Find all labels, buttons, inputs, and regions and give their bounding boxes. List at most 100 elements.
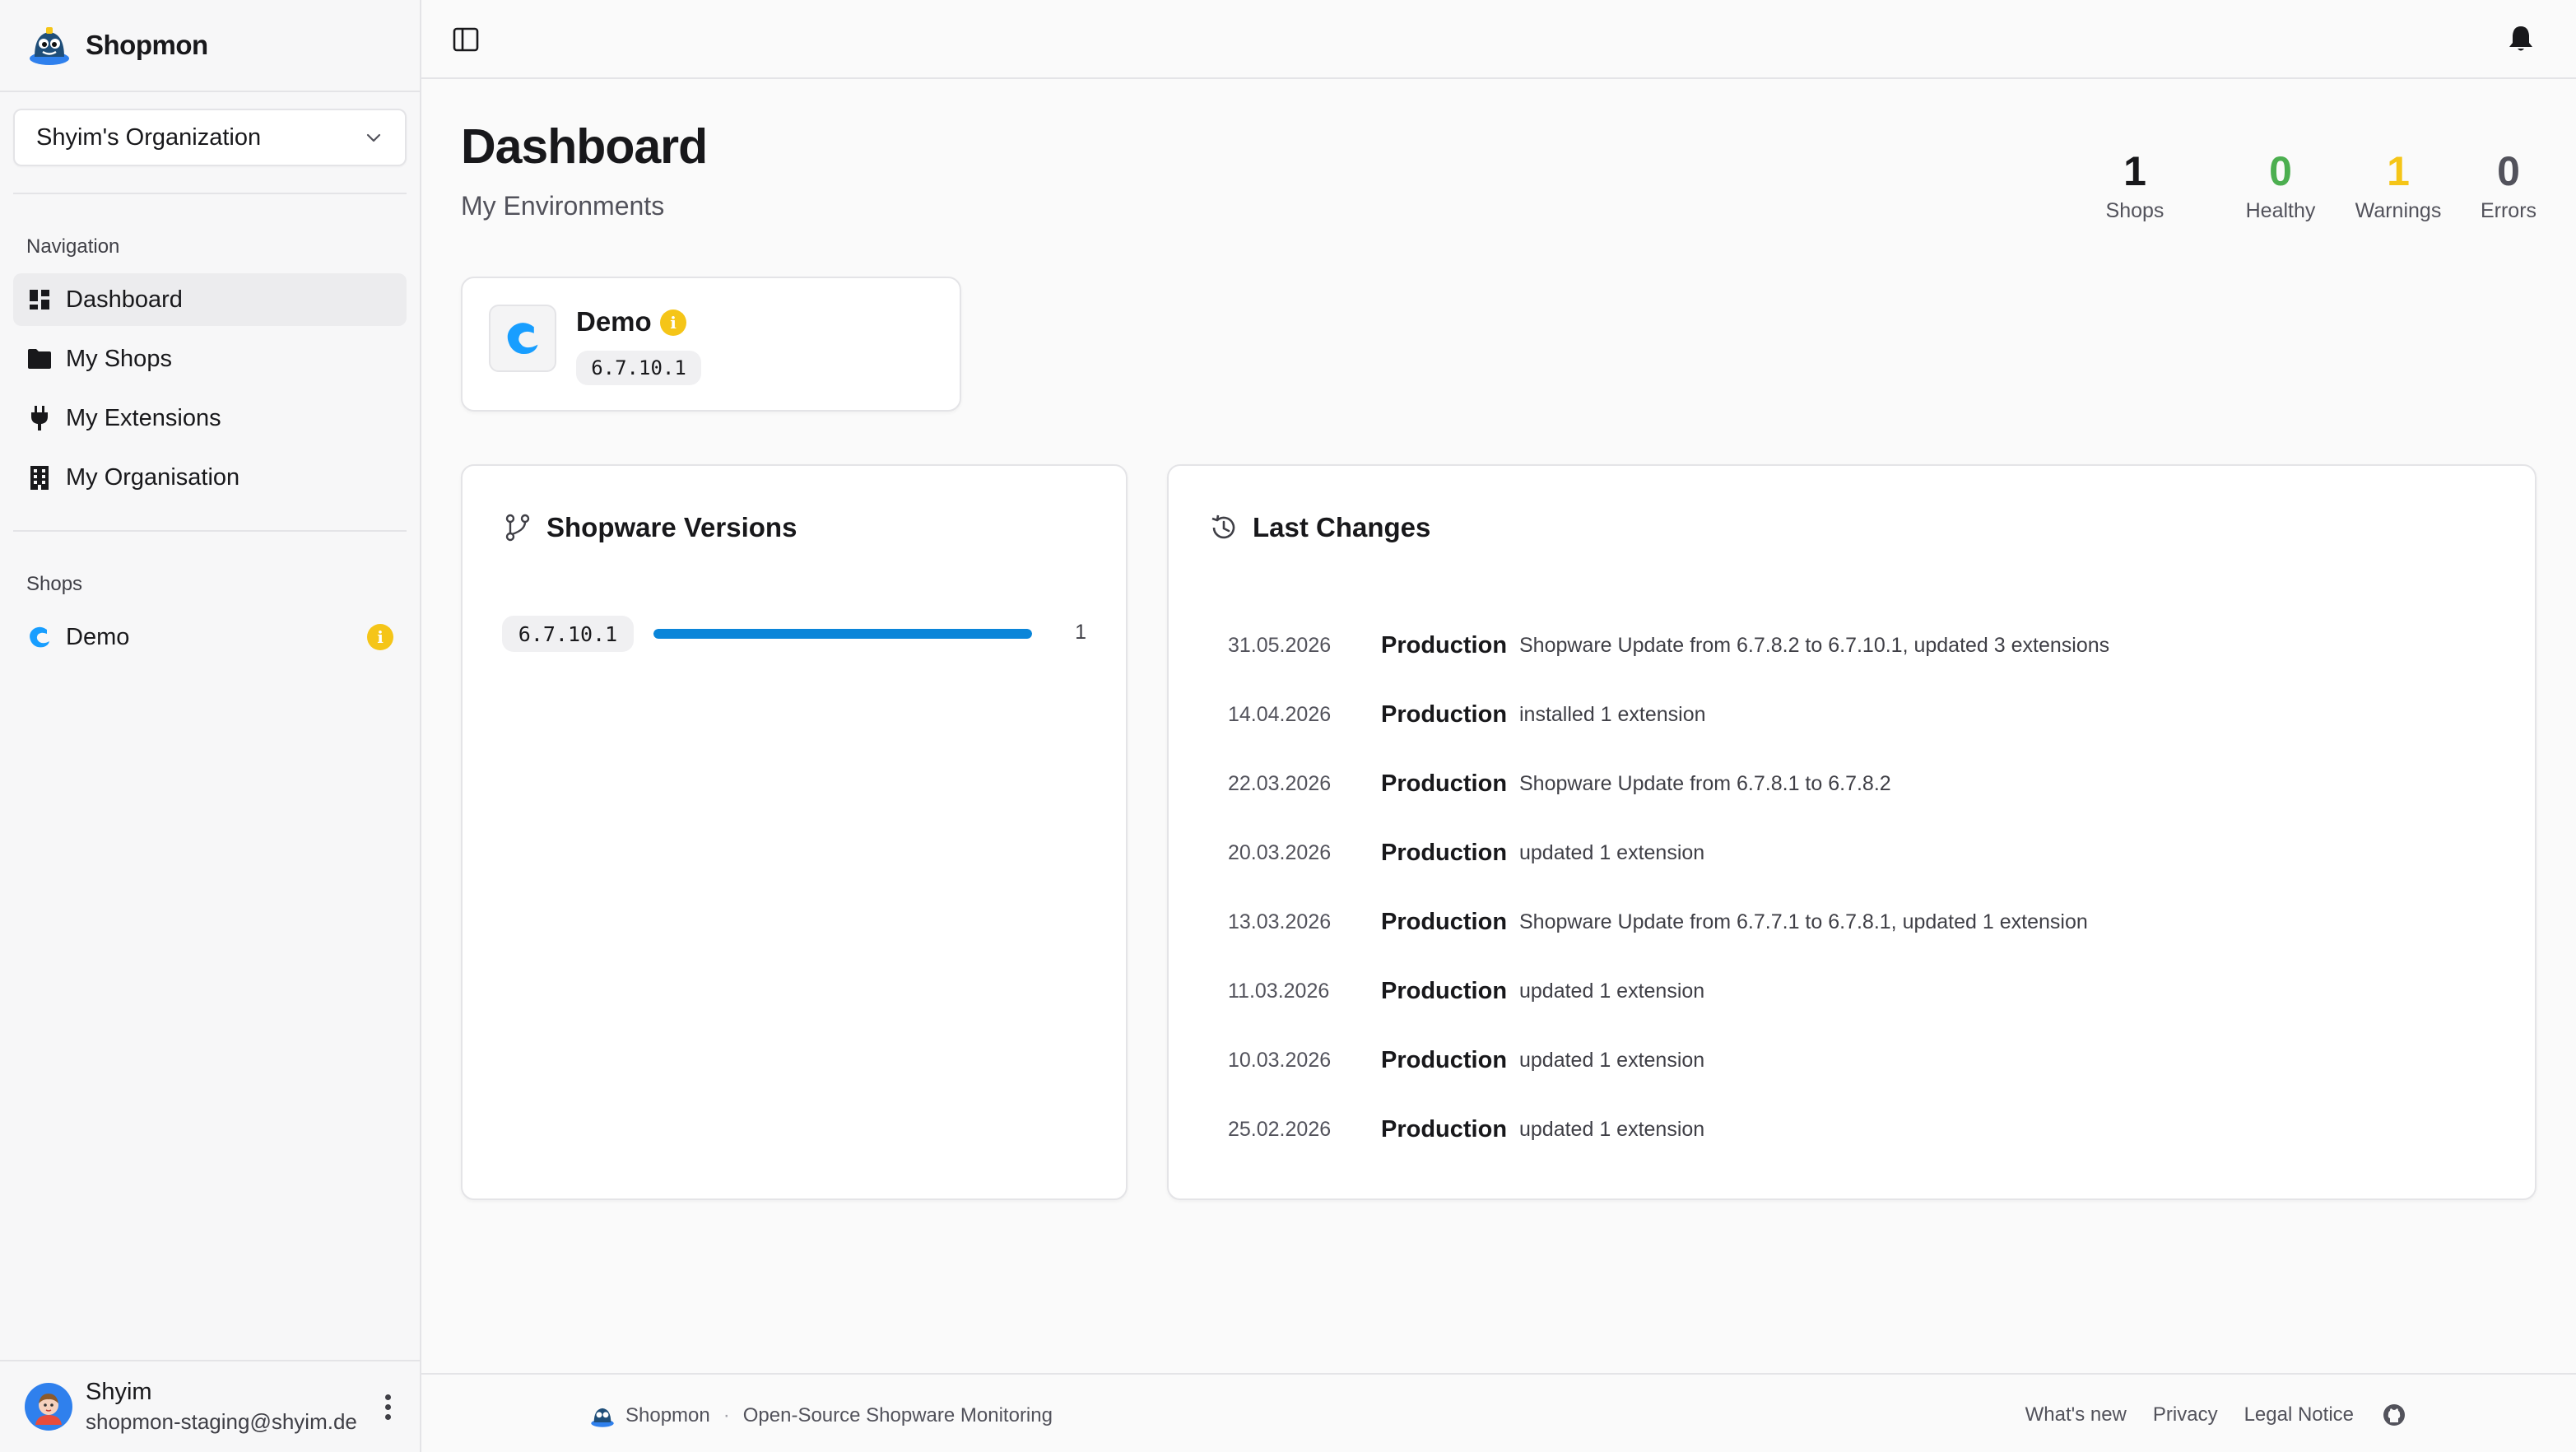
footer-links: What's new Privacy Legal Notice <box>1999 1403 2406 1427</box>
sidebar-divider <box>13 530 407 532</box>
nav-item-my-organisation[interactable]: My Organisation <box>13 451 407 504</box>
plug-icon <box>26 405 53 431</box>
nav-item-label: Dashboard <box>66 286 183 313</box>
change-row: 20.03.2026 Production updated 1 extensio… <box>1228 836 1704 869</box>
user-email: shopmon-staging@shyim.de <box>86 1409 357 1434</box>
change-description: Shopware Update from 6.7.8.1 to 6.7.8.2 <box>1519 771 1891 795</box>
change-row: 22.03.2026 Production Shopware Update fr… <box>1228 767 1891 800</box>
change-row: 31.05.2026 Production Shopware Update fr… <box>1228 629 2109 662</box>
version-label: 6.7.10.1 <box>502 616 634 652</box>
change-environment: Production <box>1381 1115 1508 1143</box>
stat-label: Shops <box>2105 199 2164 222</box>
avatar <box>25 1383 72 1431</box>
change-environment: Production <box>1381 839 1508 866</box>
change-description: updated 1 extension <box>1519 1048 1705 1072</box>
shopmon-logo-icon <box>591 1408 614 1427</box>
change-description: Shopware Update from 6.7.7.1 to 6.7.8.1,… <box>1519 910 2088 933</box>
change-row: 10.03.2026 Production updated 1 extensio… <box>1228 1044 1704 1077</box>
nav-item-label: My Extensions <box>66 404 221 431</box>
version-count: 1 <box>1075 621 1086 644</box>
git-branch-icon <box>505 514 530 542</box>
card-title: Last Changes <box>1208 512 1430 543</box>
change-date: 31.05.2026 <box>1228 633 1332 657</box>
change-environment: Production <box>1381 1046 1508 1073</box>
shop-name: Demo <box>576 306 652 337</box>
nav-item-label: My Shops <box>66 345 172 372</box>
change-environment: Production <box>1381 631 1508 659</box>
topbar <box>421 0 2576 79</box>
nav-item-my-extensions[interactable]: My Extensions <box>13 392 407 444</box>
version-bar-fill <box>653 629 1032 639</box>
brand[interactable]: Shopmon <box>0 0 420 92</box>
footer-brand-name[interactable]: Shopmon <box>625 1404 710 1427</box>
changes-title: Last Changes <box>1253 512 1431 542</box>
info-status-icon: i <box>660 309 686 336</box>
change-environment: Production <box>1381 977 1508 1004</box>
stat-value: 1 <box>2123 148 2146 194</box>
change-date: 11.03.2026 <box>1228 979 1330 1003</box>
change-date: 13.03.2026 <box>1228 910 1332 933</box>
shopware-logo-icon <box>26 624 53 650</box>
change-description: updated 1 extension <box>1519 840 1705 864</box>
footer-link-legal-notice[interactable]: Legal Notice <box>2244 1403 2354 1426</box>
change-description: updated 1 extension <box>1519 979 1705 1003</box>
change-environment: Production <box>1381 770 1508 797</box>
stat-label: Healthy <box>2245 199 2316 222</box>
sidebar-toggle-icon[interactable] <box>451 25 481 54</box>
nav-item-my-shops[interactable]: My Shops <box>13 333 407 385</box>
more-vertical-icon[interactable] <box>385 1394 392 1424</box>
change-row: 13.03.2026 Production Shopware Update fr… <box>1228 905 2088 938</box>
sidebar-divider <box>13 193 407 194</box>
sidebar: Shopmon Shyim's Organization Navigation … <box>0 0 421 1452</box>
change-description: installed 1 extension <box>1519 702 1706 726</box>
shopmon-logo-icon <box>30 27 69 65</box>
dashboard-icon <box>26 286 53 313</box>
change-date: 10.03.2026 <box>1228 1048 1332 1072</box>
stat-shops: 1 Shops <box>2097 147 2173 223</box>
shop-version-badge: 6.7.10.1 <box>576 351 701 385</box>
app-name: Shopmon <box>86 30 208 60</box>
footer-link-privacy[interactable]: Privacy <box>2153 1403 2218 1426</box>
github-icon[interactable] <box>2382 1403 2406 1427</box>
stat-errors: 0 Errors <box>2474 147 2543 223</box>
stat-label: Errors <box>2480 199 2537 222</box>
folder-icon <box>26 346 53 372</box>
change-row: 14.04.2026 Production installed 1 extens… <box>1228 698 1706 731</box>
last-changes-card: Last Changes 31.05.2026 Production Shopw… <box>1167 464 2536 1200</box>
page-title: Dashboard <box>461 119 708 174</box>
organization-select[interactable]: Shyim's Organization <box>13 109 407 166</box>
sidebar-shop-label: Demo <box>66 623 130 650</box>
nav-item-dashboard[interactable]: Dashboard <box>13 273 407 326</box>
footer-link-whats-new[interactable]: What's new <box>2025 1403 2127 1426</box>
stat-value: 0 <box>2269 148 2292 194</box>
shopware-versions-card: Shopware Versions 6.7.10.1 1 <box>461 464 1128 1200</box>
change-row: 11.03.2026 Production updated 1 extensio… <box>1228 975 1704 1008</box>
nav-item-label: My Organisation <box>66 463 240 491</box>
navigation-heading: Navigation <box>26 235 120 258</box>
versions-title: Shopware Versions <box>546 512 797 542</box>
stat-warnings: 1 Warnings <box>2350 147 2446 223</box>
change-environment: Production <box>1381 700 1508 728</box>
shopware-logo-icon <box>489 305 556 372</box>
user-menu[interactable]: Shyim shopmon-staging@shyim.de <box>0 1360 421 1452</box>
stat-healthy: 0 Healthy <box>2239 147 2323 223</box>
organization-select-value: Shyim's Organization <box>36 123 262 151</box>
footer-brand: Shopmon · Open-Source Shopware Monitorin… <box>589 1403 1053 1429</box>
change-environment: Production <box>1381 908 1508 935</box>
footer-tagline: Open-Source Shopware Monitoring <box>742 1404 1053 1426</box>
change-date: 20.03.2026 <box>1228 840 1332 864</box>
info-status-icon: i <box>367 624 393 650</box>
sidebar-shop-demo[interactable]: Demo i <box>13 611 407 663</box>
change-date: 25.02.2026 <box>1228 1117 1332 1141</box>
change-description: updated 1 extension <box>1519 1117 1705 1141</box>
change-date: 22.03.2026 <box>1228 771 1332 795</box>
footer: Shopmon · Open-Source Shopware Monitorin… <box>421 1373 2576 1452</box>
change-description: Shopware Update from 6.7.8.2 to 6.7.10.1… <box>1519 633 2110 657</box>
shop-card-demo[interactable]: Demo i 6.7.10.1 <box>461 277 961 412</box>
change-date: 14.04.2026 <box>1228 702 1332 726</box>
bell-icon[interactable] <box>2505 23 2536 54</box>
chevron-down-icon <box>366 133 381 142</box>
card-title: Shopware Versions <box>502 512 797 543</box>
history-icon <box>1211 514 1235 539</box>
stat-value: 0 <box>2497 148 2520 194</box>
